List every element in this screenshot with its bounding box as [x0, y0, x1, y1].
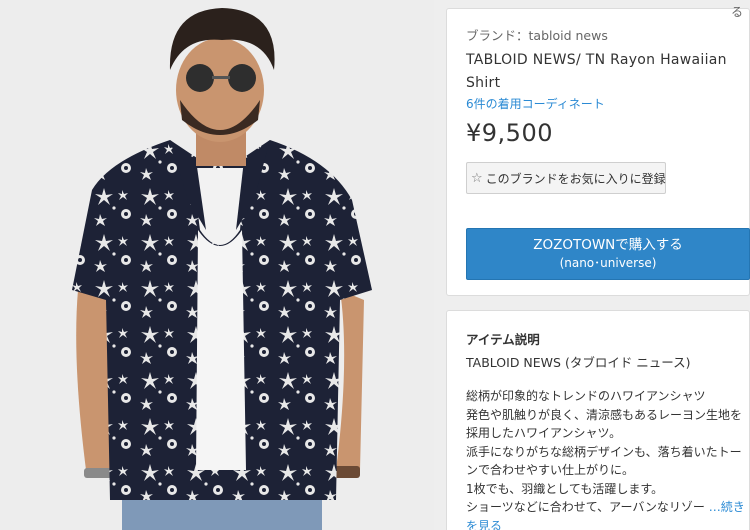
product-page: る ブランド：tabloid news TABLOID NEWS/ TN Ray… — [0, 0, 750, 530]
product-photo[interactable] — [0, 0, 434, 530]
description-brand: TABLOID NEWS (タブロイド ニュース) — [466, 355, 691, 370]
brand-line: ブランド：tabloid news — [466, 25, 608, 44]
description-last-text: ショーツなどに合わせて、アーバンなリゾー — [466, 500, 705, 514]
buy-button-shop: (nano･universe) — [559, 256, 657, 270]
product-title: TABLOID NEWS/ TN Rayon Hawaiian Shirt — [466, 52, 727, 91]
description-line: 総柄が印象的なトレンドのハワイアンシャツ — [466, 389, 706, 403]
description-line-last: ショーツなどに合わせて、アーバンなリゾー …続き — [466, 498, 748, 517]
brand-name-link[interactable]: tabloid news — [529, 28, 608, 43]
description-heading: アイテム説明 — [466, 332, 540, 347]
description-line-more: を見る — [466, 517, 748, 530]
item-description-card: アイテム説明 TABLOID NEWS (タブロイド ニュース) 総柄が印象的な… — [446, 310, 750, 530]
favorite-brand-label: このブランドをお気に入りに登録 — [485, 171, 666, 186]
favorite-brand-button[interactable]: ☆ このブランドをお気に入りに登録 — [466, 162, 666, 194]
model-wearing-shirt-image — [0, 0, 434, 530]
description-line: 採用したハワイアンシャツ。 — [466, 426, 622, 440]
read-more-link[interactable]: …続き — [709, 500, 745, 514]
description-body: 総柄が印象的なトレンドのハワイアンシャツ 発色や肌触りが良く、清涼感もあるレーヨ… — [466, 387, 748, 530]
coordinate-link[interactable]: 6件の着用コーディネート — [466, 95, 605, 112]
buy-on-zozotown-button[interactable]: ZOZOTOWNで購入する (nano･universe) — [466, 228, 750, 280]
price: ¥9,500 — [466, 119, 553, 147]
description-line: 発色や肌触りが良く、清涼感もあるレーヨン生地を — [466, 407, 743, 422]
description-line: 1枚でも、羽織としても活躍します。 — [466, 481, 664, 496]
brand-label: ブランド： — [466, 28, 529, 43]
description-line: 派手になりがちな総柄デザインも、落ち着いたトー — [466, 444, 742, 459]
star-outline-icon: ☆ — [471, 170, 483, 186]
buy-button-label: ZOZOTOWNで購入する — [533, 237, 683, 253]
product-info-card: る ブランド：tabloid news TABLOID NEWS/ TN Ray… — [446, 5, 750, 296]
corner-text: る — [730, 5, 743, 19]
description-line: ンで合わせやすい仕上がりに。 — [466, 463, 635, 477]
read-more-link-continued[interactable]: を見る — [466, 519, 502, 530]
